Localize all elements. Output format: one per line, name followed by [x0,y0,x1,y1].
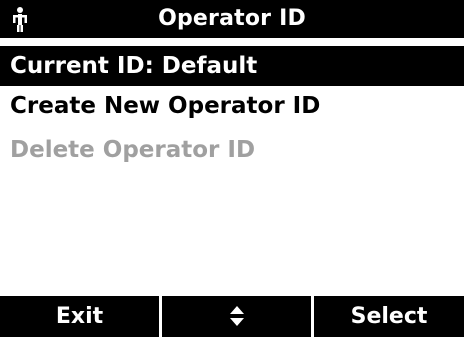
up-down-button[interactable] [162,296,311,337]
menu-item-delete-operator-id: Delete Operator ID [0,130,464,170]
menu-item-current-id[interactable]: Current ID: Default [0,46,464,86]
instrument-screen: Operator ID Current ID: Default Create N… [0,0,464,337]
page-title: Operator ID [158,6,306,31]
up-down-arrows-icon [229,306,244,326]
exit-button[interactable]: Exit [0,296,159,337]
menu-item-create-operator-id[interactable]: Create New Operator ID [0,86,464,126]
softkey-bar: Exit Select [0,296,464,337]
select-button[interactable]: Select [314,296,464,337]
title-bar: Operator ID [0,0,464,38]
